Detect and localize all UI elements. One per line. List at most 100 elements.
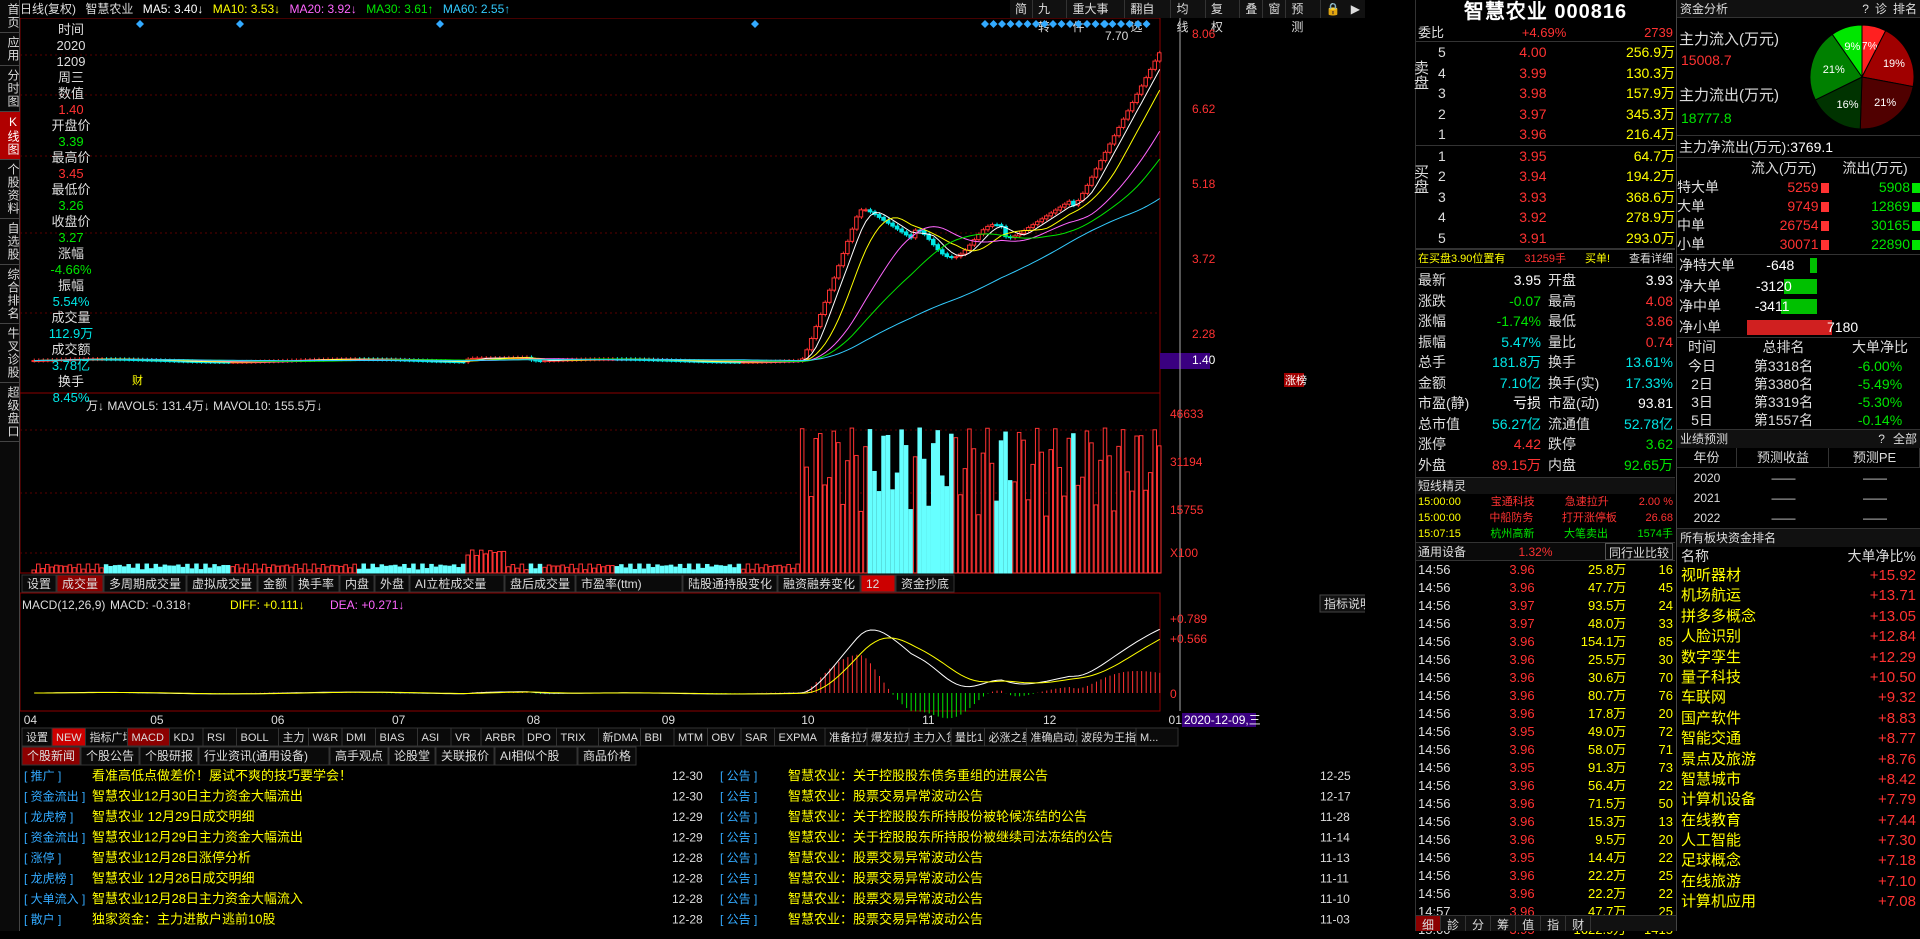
news-tab-label[interactable]: 个股新闻 — [27, 748, 75, 763]
toolbar-button[interactable]: 九转 — [1033, 0, 1068, 34]
sector-row[interactable]: 视听器材 +15.92 — [1677, 566, 1920, 586]
tick-tab[interactable]: 筹 — [1491, 916, 1517, 932]
event-diamond[interactable] — [1091, 20, 1100, 28]
sell-level[interactable]: 1 3.96 216.4万 — [1438, 124, 1675, 145]
event-diamond[interactable] — [1108, 20, 1117, 28]
indicator-tab-label[interactable]: 设置 — [26, 731, 48, 744]
industry-name[interactable]: 通用设备 — [1418, 543, 1466, 560]
news-tag[interactable]: [ 公告 ] — [720, 872, 757, 886]
indicator-tab-label[interactable]: DPO — [527, 732, 551, 744]
news-tab-label[interactable]: 个股公告 — [86, 749, 134, 763]
event-diamond[interactable] — [1023, 20, 1032, 28]
sector-name[interactable]: 计算机应用 — [1681, 892, 1756, 912]
buy-level[interactable]: 5 3.91 293.0万 — [1438, 228, 1675, 249]
sector-name[interactable]: 人工智能 — [1681, 831, 1741, 851]
sector-name[interactable]: 景点及旅游 — [1681, 750, 1756, 770]
news-title[interactable]: 智慧农业：关于控股股东所持股份被继续司法冻结的公告 — [788, 830, 1113, 845]
sector-row[interactable]: 车联网 +9.32 — [1677, 688, 1920, 708]
indicator-tab-label[interactable]: VR — [455, 732, 470, 744]
arrow-icon[interactable]: ▶ — [1346, 0, 1365, 18]
news-tag[interactable]: [ 资金流出 ] — [24, 830, 85, 845]
news-title[interactable]: 智慧农业：股票交易异常波动公告 — [788, 871, 983, 886]
indicator-tab-label[interactable]: 量比1 — [955, 731, 983, 744]
news-tag[interactable]: [ 大单流入 ] — [24, 892, 85, 906]
note-detail-link[interactable]: 查看详细 — [1629, 250, 1673, 267]
sprite-row[interactable]: 15:07:15 杭州高新 大笔卖出 1574手 — [1416, 526, 1675, 542]
event-diamond[interactable] — [1006, 20, 1015, 28]
event-diamond[interactable] — [1134, 20, 1142, 28]
news-title[interactable]: 智慧农业：关于控股股东所持股份被轮候冻结的公告 — [788, 809, 1087, 824]
sector-row[interactable]: 人工智能 +7.30 — [1677, 831, 1920, 851]
chart-title[interactable]: 日线(复权) — [20, 2, 76, 16]
marker-cai[interactable]: 财 — [132, 373, 143, 387]
sector-name[interactable]: 车联网 — [1681, 688, 1726, 708]
vol-tab-label[interactable]: 成交量 — [62, 576, 98, 591]
news-title[interactable]: 智慧农业：股票交易异常波动公告 — [788, 891, 983, 906]
news-title[interactable]: 智慧农业12月30日主力资金大幅流出 — [92, 789, 303, 804]
sector-row[interactable]: 计算机设备 +7.79 — [1677, 790, 1920, 810]
tick-tab[interactable]: 指 — [1541, 916, 1567, 932]
sector-name[interactable]: 足球概念 — [1681, 851, 1741, 871]
event-diamond[interactable] — [1142, 20, 1151, 28]
indicator-tab-label[interactable]: 爆发拉升 — [871, 730, 915, 744]
indicator-tab-label[interactable]: MTM — [678, 732, 703, 744]
chart-canvas[interactable]: 8.06 6.62 5.18 3.72 2.28 1.40 7.70 财 涨榜万↓ MAVOL5… — [20, 18, 1365, 931]
nav-item[interactable]: 首页 — [0, 0, 20, 33]
event-diamond[interactable] — [1074, 20, 1083, 28]
sprite-row[interactable]: 15:00:00 中船防务 打开涨停板 26.68 — [1416, 510, 1675, 526]
news-tag[interactable]: [ 公告 ] — [720, 831, 757, 845]
indicator-help-label[interactable]: 指标说明 — [1324, 596, 1365, 611]
tick-tab[interactable]: 细 — [1416, 916, 1442, 932]
sector-row[interactable]: 计算机应用 +7.08 — [1677, 892, 1920, 912]
sector-row[interactable]: 拼多多概念 +13.05 — [1677, 607, 1920, 627]
event-diamond[interactable] — [998, 20, 1006, 28]
sector-row[interactable]: 数字孪生 +12.29 — [1677, 648, 1920, 668]
news-tag[interactable]: [ 资金流出 ] — [24, 789, 85, 804]
news-tab-label[interactable]: 论股堂 — [394, 749, 430, 763]
news-title[interactable]: 智慧农业：关于控股股东债务重组的进展公告 — [788, 768, 1048, 783]
news-tab-label[interactable]: AI相似个股 — [500, 749, 559, 763]
news-tag[interactable]: [ 公告 ] — [720, 892, 757, 906]
toolbar-button[interactable]: 叠 — [1240, 0, 1264, 18]
indicator-tab-label[interactable]: 准备拉升 — [829, 730, 873, 744]
news-title[interactable]: 智慧农业 12月29日成交明细 — [92, 809, 255, 824]
indicator-tab-label[interactable]: ASI — [422, 732, 440, 744]
toolbar-button[interactable]: 复权 — [1206, 0, 1241, 34]
vol-tab-label[interactable]: 内盘 — [345, 576, 369, 591]
indicator-tab-label[interactable]: MACD — [132, 732, 164, 744]
news-tab-label[interactable]: 商品价格 — [583, 748, 631, 763]
sector-row[interactable]: 机场航运 +13.71 — [1677, 586, 1920, 606]
indicator-tab-label[interactable]: DMI — [346, 732, 366, 744]
toolbar-button[interactable]: 简 — [1010, 0, 1034, 18]
news-tag[interactable]: [ 散户 ] — [24, 912, 61, 927]
tick-tab[interactable]: 診 — [1441, 916, 1467, 932]
buy-level[interactable]: 4 3.92 278.9万 — [1438, 207, 1675, 228]
indicator-tab-label[interactable]: ARBR — [485, 732, 516, 744]
news-tag[interactable]: [ 公告 ] — [720, 913, 757, 927]
indicator-tab-label[interactable]: TRIX — [561, 732, 587, 744]
vol-tab-label[interactable]: 金额 — [263, 576, 287, 591]
event-diamond[interactable] — [136, 20, 144, 28]
indicator-tab-label[interactable]: 指标广场 — [90, 730, 134, 744]
sector-head-cell[interactable]: 大单净比% — [1848, 547, 1916, 566]
nav-item[interactable]: 牛叉诊股 — [0, 324, 20, 383]
sector-name[interactable]: 在线旅游 — [1681, 872, 1741, 892]
news-title[interactable]: 智慧农业：股票交易异常波动公告 — [788, 912, 983, 927]
toolbar-button[interactable]: 重大事件 — [1067, 0, 1126, 34]
event-diamond[interactable] — [1066, 20, 1074, 28]
perf-icon[interactable]: ? — [1878, 432, 1885, 446]
news-tag[interactable]: [ 公告 ] — [720, 790, 757, 804]
event-diamond[interactable] — [1032, 20, 1040, 28]
vol-tab-label[interactable]: 融资融券变化 — [783, 576, 855, 591]
news-tab-label[interactable]: 关联报价 — [441, 748, 489, 763]
industry-compare-link[interactable]: 同行业比较 — [1604, 543, 1673, 560]
indicator-tab-label[interactable]: 新DMA — [603, 730, 639, 744]
buy-level[interactable]: 2 3.94 194.2万 — [1438, 166, 1675, 187]
toolbar-button[interactable]: 均线 — [1171, 0, 1206, 34]
news-title[interactable]: 智慧农业12月29日主力资金大幅流出 — [92, 830, 303, 845]
news-tag[interactable]: [ 龙虎榜 ] — [24, 809, 73, 824]
news-title[interactable]: 智慧农业 12月28日成交明细 — [92, 871, 255, 886]
nav-item[interactable]: 应用 — [0, 33, 20, 66]
vol-tab-label[interactable]: 设置 — [27, 577, 51, 591]
event-diamond[interactable] — [1040, 20, 1049, 28]
